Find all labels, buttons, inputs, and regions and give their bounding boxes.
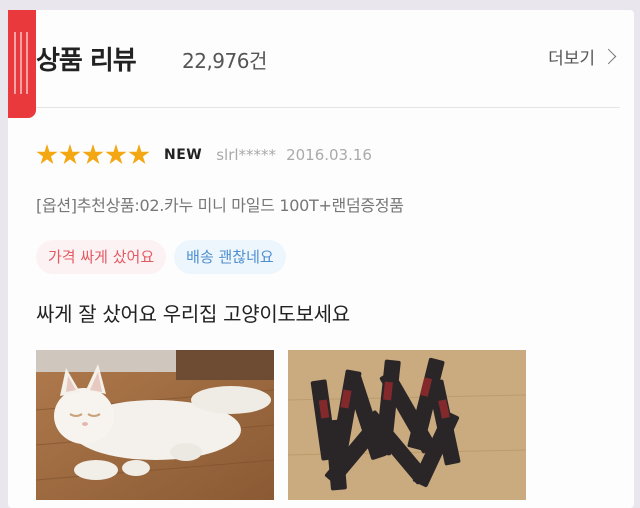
- review-date: 2016.03.16: [286, 146, 372, 164]
- review-card: 상품 리뷰 22,976건 더보기 NEW slrl***** 2016.03.…: [8, 10, 634, 508]
- star-icon: [128, 144, 150, 165]
- review-tags: 가격 싸게 샀어요 배송 괜찮네요: [36, 240, 286, 274]
- reviewer-id: slrl*****: [216, 146, 277, 164]
- star-icon: [82, 144, 104, 165]
- review-text: 싸게 잘 샀어요 우리집 고양이도보세요: [36, 302, 350, 326]
- star-icon: [105, 144, 127, 165]
- review-photo-product[interactable]: [288, 350, 526, 500]
- review-photo-cat[interactable]: [36, 350, 274, 500]
- review-meta: NEW slrl***** 2016.03.16: [36, 142, 372, 168]
- tag-chip: 배송 괜찮네요: [174, 240, 286, 274]
- star-icon: [36, 144, 58, 165]
- star-rating: [36, 144, 150, 166]
- more-button[interactable]: 더보기: [548, 44, 617, 69]
- review-count: 22,976건: [182, 49, 267, 73]
- more-label: 더보기: [548, 49, 595, 69]
- new-badge: NEW: [164, 147, 203, 163]
- chevron-right-icon: [600, 48, 617, 65]
- section-title: 상품 리뷰: [36, 46, 137, 76]
- review-header: 상품 리뷰 22,976건 더보기: [30, 36, 630, 96]
- star-icon: [59, 144, 81, 165]
- purchase-option: [옵션]추천상품:02.카누 미니 마일드 100T+랜덤증정품: [36, 196, 404, 215]
- tag-chip: 가격 싸게 샀어요: [36, 240, 167, 274]
- divider: [36, 107, 620, 108]
